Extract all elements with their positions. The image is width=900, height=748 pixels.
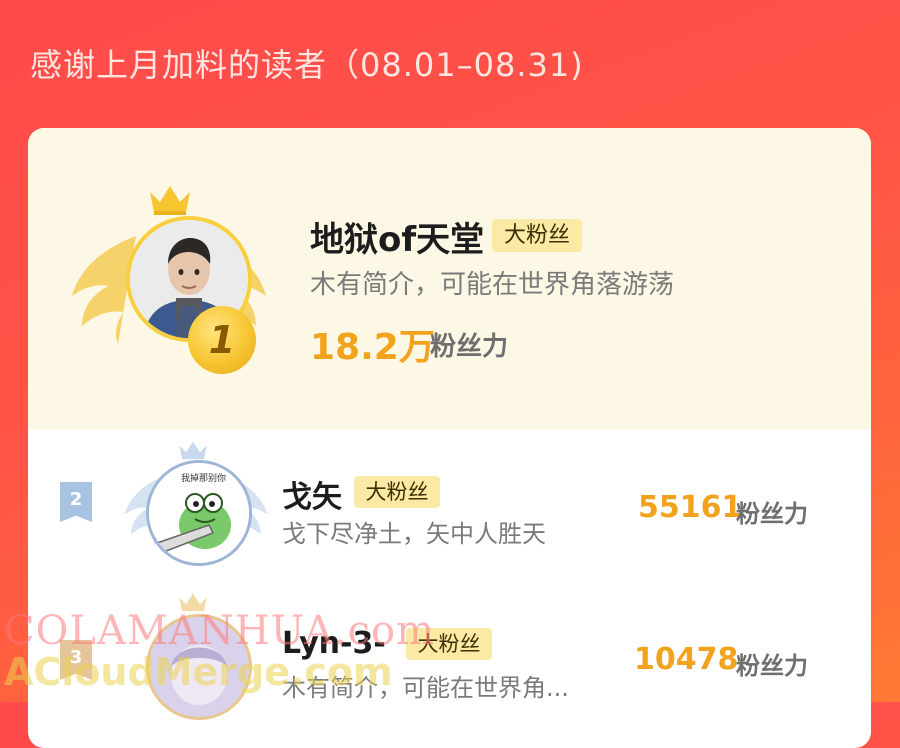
fan-power-label: 粉丝力 <box>736 500 808 528</box>
watermark-text: ACloudMerge.com <box>4 650 393 694</box>
ranking-item-1[interactable]: 1 地狱of天堂 大粉丝 木有简介，可能在世界角落游荡 18.2万 粉丝力 <box>28 128 871 430</box>
crown-icon <box>150 186 190 215</box>
avatar-caption: 我掉那别你 <box>181 474 227 484</box>
fan-power-value: 18.2万 <box>310 327 435 368</box>
fan-power-label: 粉丝力 <box>736 652 808 680</box>
ranking-item-2[interactable]: 2 我掉那别你 戈矢 大粉丝 戈下尽净土，矢中人胜天 55161 粉丝力 <box>28 430 871 580</box>
fan-power-value: 10478 <box>634 642 739 677</box>
reader-name[interactable]: 戈矢 <box>282 472 342 516</box>
fan-power-value: 55161 <box>638 490 743 525</box>
reader-bio: 戈下尽净土，矢中人胜天 <box>282 520 546 548</box>
watermark-text: COLAMANHUA.com <box>4 608 436 654</box>
page-title: 感谢上月加料的读者（08.01–08.31) <box>30 46 584 84</box>
avatar[interactable]: 我掉那别你 <box>146 460 252 566</box>
rank-medal: 1 <box>188 306 256 374</box>
fan-badge: 大粉丝 <box>354 476 440 508</box>
reader-bio: 木有简介，可能在世界角落游荡 <box>310 270 675 300</box>
fan-badge: 大粉丝 <box>492 219 582 252</box>
fan-power-label: 粉丝力 <box>430 332 509 362</box>
rank-tag: 2 <box>60 482 92 522</box>
reader-name[interactable]: 地狱of天堂 <box>310 212 484 261</box>
crown-icon <box>179 441 207 460</box>
